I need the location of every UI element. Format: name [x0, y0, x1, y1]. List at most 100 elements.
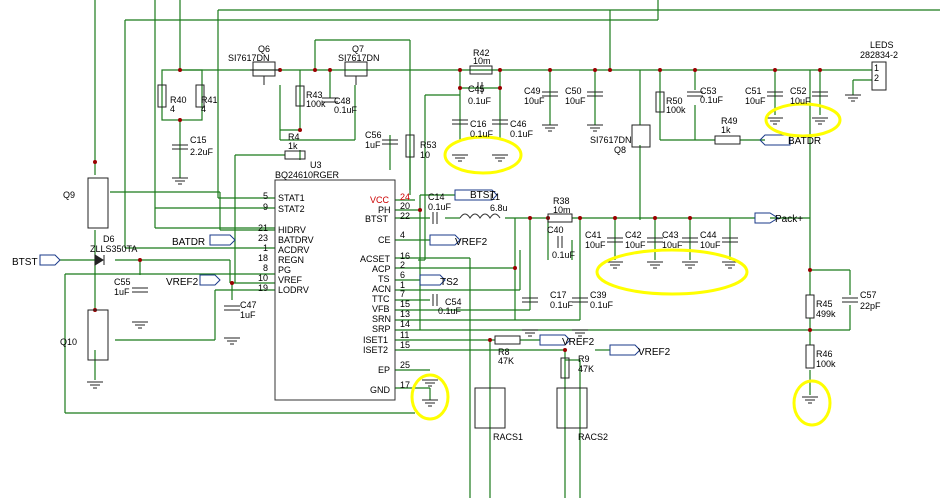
label: LEDS — [870, 40, 894, 50]
ground-icon — [132, 321, 148, 329]
pin-name: ACN — [372, 284, 391, 294]
pin-name: SRN — [372, 314, 391, 324]
label: C50 — [565, 86, 582, 96]
ground-icon — [492, 154, 508, 162]
label: 1uF — [365, 140, 381, 150]
ground-icon — [607, 261, 623, 269]
pin-name: HIDRV — [278, 225, 306, 235]
label: 10 — [420, 150, 430, 160]
pin-num: 7 — [400, 289, 405, 299]
label: 10uF — [524, 96, 545, 106]
net-label: BTST — [12, 257, 38, 268]
pin-num: 23 — [258, 233, 268, 243]
pin-name: VCC — [370, 195, 390, 205]
label: 2.2uF — [190, 147, 214, 157]
label: ZLLS350TA — [90, 244, 137, 254]
label: C40 — [547, 225, 564, 235]
net-label: BATDR — [172, 237, 205, 248]
label: 1uF — [240, 310, 256, 320]
net-label: VREF2 — [562, 337, 595, 348]
pin-name: ISET2 — [363, 345, 388, 355]
pin-name: ISET1 — [363, 335, 388, 345]
pin-name: ACSET — [360, 254, 391, 264]
pin-name: ACDRV — [278, 245, 309, 255]
label: C47 — [240, 300, 257, 310]
pin-name: GND — [370, 385, 391, 395]
label: C51 — [745, 86, 762, 96]
pin-name: VREF — [278, 275, 303, 285]
net-label: VREF2 — [166, 277, 199, 288]
label: 10uF — [745, 96, 766, 106]
ic-left-pins: STAT1 5 STAT2 9 HIDRV 21 BATDRV 23 ACDRV… — [258, 191, 314, 295]
label: C42 — [625, 230, 642, 240]
pin-num: 22 — [400, 211, 410, 221]
label: R53 — [420, 140, 437, 150]
label: Q10 — [60, 337, 77, 347]
label: C14 — [428, 192, 445, 202]
pin-name: TS — [378, 274, 390, 284]
label: 0.1uF — [438, 306, 462, 316]
pin-num: 18 — [258, 253, 268, 263]
ground-icon — [522, 329, 538, 337]
pin-num: 25 — [400, 360, 410, 370]
label: RACS1 — [493, 432, 523, 442]
label: 2 — [874, 73, 879, 83]
label: C49 — [524, 86, 541, 96]
ic-ref: U3 — [310, 160, 322, 170]
label: 100k — [666, 105, 686, 115]
net-label: Pack+ — [775, 214, 803, 225]
ground-icon — [722, 261, 738, 269]
label: 100k — [816, 359, 836, 369]
net-label: VREF2 — [638, 347, 671, 358]
pin-name: CE — [378, 235, 391, 245]
pin-name: TTC — [372, 294, 390, 304]
label: 0.1uF — [552, 250, 576, 260]
pin-name: STAT2 — [278, 204, 305, 214]
pin-name: BATDRV — [278, 235, 314, 245]
schematic: U3 BQ24610RGER STAT1 5 STAT2 9 HIDRV 21 … — [0, 0, 943, 498]
label: 10uF — [662, 240, 683, 250]
label: C43 — [662, 230, 679, 240]
ground-icon — [845, 94, 861, 102]
label: Q9 — [63, 190, 75, 200]
label: C39 — [590, 290, 607, 300]
label: 1 — [874, 63, 879, 73]
net-label: BATDR — [788, 136, 821, 147]
pin-name: ACP — [372, 264, 391, 274]
schematic-canvas: U3 BQ24610RGER STAT1 5 STAT2 9 HIDRV 21 … — [12, 0, 940, 498]
label: 4 — [201, 104, 206, 114]
label: C46 — [510, 119, 527, 129]
ground-icon — [87, 381, 103, 389]
label: C52 — [790, 86, 807, 96]
label: SI7617DN — [228, 53, 270, 63]
ic-right-pins: VCC 24 PH 20 BTST 22 CE 4 ACSET 16 ACP 2… — [360, 192, 410, 395]
pin-name: PG — [278, 265, 291, 275]
net-label: TS2 — [440, 277, 459, 288]
label: C45 — [468, 84, 485, 94]
label: 10m — [473, 56, 491, 66]
pin-num: 6 — [400, 270, 405, 280]
label: C41 — [585, 230, 602, 240]
net-label: VREF2 — [455, 237, 488, 248]
ground-icon — [767, 117, 783, 125]
ground-icon — [812, 117, 828, 125]
pin-num: 8 — [263, 263, 268, 273]
label: R9 — [578, 354, 590, 364]
label: C57 — [860, 290, 877, 300]
label: C17 — [550, 290, 567, 300]
label: 10uF — [625, 240, 646, 250]
net-label: BTST — [470, 190, 496, 201]
label: 0.1uF — [468, 96, 492, 106]
label: 1k — [288, 141, 298, 151]
ground-icon — [422, 399, 438, 407]
label: Q8 — [614, 145, 626, 155]
label: C44 — [700, 230, 717, 240]
ground-icon — [587, 124, 603, 132]
label: 1uF — [114, 287, 130, 297]
label: 10m — [553, 205, 571, 215]
pin-num: 19 — [258, 283, 268, 293]
pin-num: 15 — [400, 299, 410, 309]
label: 0.1uF — [334, 105, 358, 115]
label: 0.1uF — [470, 129, 494, 139]
ground-icon — [682, 261, 698, 269]
